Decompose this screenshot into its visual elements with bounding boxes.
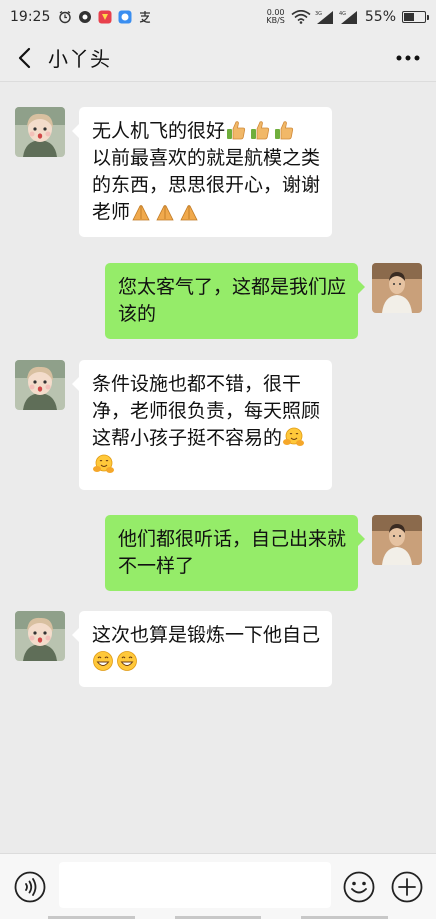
more-dots-icon xyxy=(396,55,420,60)
battery-percent: 55% xyxy=(364,9,396,25)
message-line xyxy=(92,649,320,676)
chat-title: 小丫头 xyxy=(48,47,111,71)
hugging-face-icon xyxy=(93,454,114,473)
battery-icon xyxy=(402,11,429,23)
message-bubble-outgoing[interactable]: 他们都很听话，自己出来就 不一样了 xyxy=(104,515,366,591)
contact-avatar[interactable] xyxy=(15,360,65,410)
notification-dot-icon xyxy=(79,11,92,23)
message-bubble-incoming[interactable]: 这次也算是锻炼一下他自己 xyxy=(71,611,333,687)
message-line: 的东西，思思很开心，谢谢 xyxy=(92,174,321,196)
message-text: 这帮小孩子挺不容易的 xyxy=(92,427,283,449)
grinning-face-icon xyxy=(93,651,113,671)
emoji-icon[interactable] xyxy=(343,871,375,903)
thumbs-up-icon xyxy=(251,121,270,140)
message-line: 以前最喜欢的就是航模之类 xyxy=(92,147,321,169)
grinning-face-icon xyxy=(117,651,137,671)
praying-hands-icon xyxy=(132,205,150,221)
message-bubble-incoming[interactable]: 无人机飞的很好 以前最喜欢的就是航模之类 的东西，思思很开心，谢谢 老师 xyxy=(71,107,333,237)
message-bubble-incoming[interactable]: 条件设施也都不错，很干 净，老师很负责，每天照顾 这帮小孩子挺不容易的 xyxy=(71,360,333,490)
chat-header: 小丫头 xyxy=(0,34,436,82)
alarm-icon xyxy=(59,10,72,24)
message-list[interactable]: 无人机飞的很好 以前最喜欢的就是航模之类 的东西，思思很开心，谢谢 老师 您太客… xyxy=(0,83,436,853)
man-avatar-image xyxy=(372,515,422,565)
signal-1-label: 3G xyxy=(315,11,322,17)
man-avatar-image xyxy=(372,263,422,313)
my-avatar[interactable] xyxy=(372,515,422,565)
message-text: 无人机飞的很好 xyxy=(92,120,226,142)
message-line: 净，老师很负责，每天照顾 xyxy=(92,400,321,422)
praying-hands-icon xyxy=(180,205,198,221)
signal-icon: 3G xyxy=(315,11,333,24)
voice-icon[interactable] xyxy=(14,871,46,903)
message-line: 条件设施也都不错，很干 xyxy=(92,373,302,395)
app-badge-icon xyxy=(98,10,112,24)
message-line: 无人机飞的很好 xyxy=(92,118,320,145)
thumbs-up-icon xyxy=(275,121,294,140)
message-bubble-outgoing[interactable]: 您太客气了，这都是我们应 该的 xyxy=(104,263,366,339)
message-line: 这帮小孩子挺不容易的 xyxy=(92,425,320,452)
back-arrow-icon xyxy=(18,47,31,68)
status-time: 19:25 xyxy=(10,9,51,25)
girl-avatar-image xyxy=(15,360,65,410)
message-line: 该的 xyxy=(117,303,156,325)
message-line: 这次也算是锻炼一下他自己 xyxy=(92,624,321,646)
hugging-face-icon xyxy=(283,427,305,446)
more-button[interactable] xyxy=(380,34,436,82)
status-bar: 19:25 0.00 KB/S 3G 4G 55% xyxy=(0,0,436,34)
message-line: 您太客气了，这都是我们应 xyxy=(117,276,346,298)
net-speed: 0.00 KB/S xyxy=(266,9,285,25)
message-line: 他们都很听话，自己出来就 xyxy=(117,528,346,550)
net-speed-unit: KB/S xyxy=(266,16,285,25)
contact-avatar[interactable] xyxy=(15,107,65,157)
contact-avatar[interactable] xyxy=(15,611,65,661)
pay-icon xyxy=(140,11,151,23)
browser-icon xyxy=(118,10,132,24)
praying-hands-icon xyxy=(156,205,174,221)
message-text: 老师 xyxy=(92,201,131,223)
message-input[interactable] xyxy=(59,862,331,908)
plus-icon[interactable] xyxy=(391,871,423,903)
message-line: 老师 xyxy=(92,199,320,226)
signal-icon-2: 4G xyxy=(339,11,357,24)
thumbs-up-icon xyxy=(227,121,246,140)
signal-2-label: 4G xyxy=(339,11,346,17)
battery-fill xyxy=(404,13,415,21)
wifi-icon xyxy=(291,10,311,24)
girl-avatar-image xyxy=(15,611,65,661)
input-bar xyxy=(0,853,436,919)
back-button[interactable] xyxy=(0,34,48,82)
message-line: 不一样了 xyxy=(117,555,194,577)
my-avatar[interactable] xyxy=(372,263,422,313)
girl-avatar-image xyxy=(15,107,65,157)
message-line xyxy=(92,452,320,479)
